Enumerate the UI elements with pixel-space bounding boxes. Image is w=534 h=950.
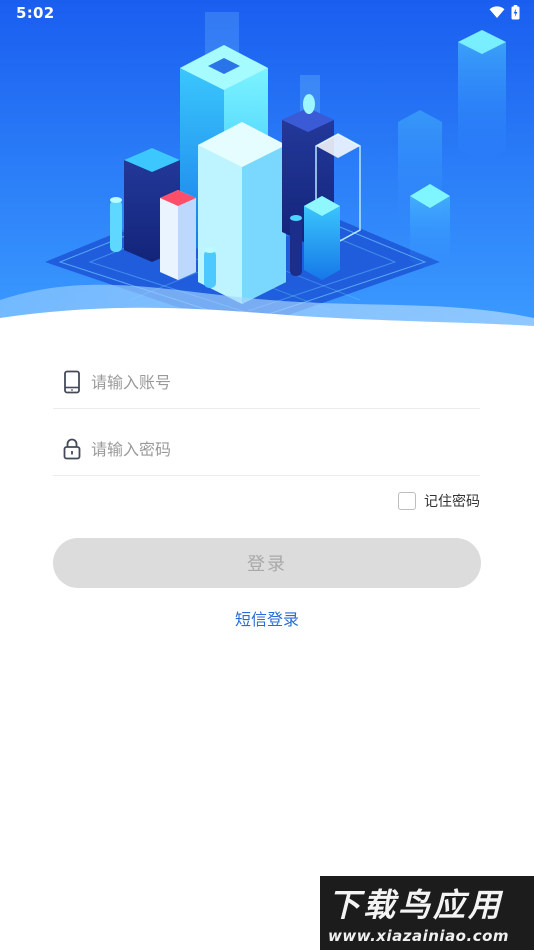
password-field	[53, 423, 480, 476]
remember-password[interactable]: 记住密码	[398, 491, 480, 511]
password-input[interactable]	[91, 435, 471, 463]
account-field	[53, 356, 480, 409]
status-icons	[489, 5, 520, 20]
watermark-title: 下载鸟应用	[328, 886, 504, 924]
hero-banner: 5:02	[0, 0, 534, 330]
watermark-logo: 下载鸟应用 www.xiazainiao.com	[320, 876, 534, 950]
remember-checkbox[interactable]	[398, 492, 416, 510]
watermark-url: www.xiazainiao.com	[328, 927, 510, 945]
city-illustration	[0, 0, 534, 330]
wifi-icon	[489, 6, 505, 18]
sms-login-link[interactable]: 短信登录	[0, 606, 534, 630]
remember-label: 记住密码	[424, 494, 480, 510]
phone-icon	[64, 370, 80, 394]
status-bar: 5:02	[0, 0, 534, 28]
account-input[interactable]	[91, 368, 471, 396]
lock-icon	[63, 438, 81, 460]
status-time: 5:02	[16, 4, 55, 22]
battery-charging-icon	[511, 5, 520, 20]
login-button[interactable]: 登录	[53, 538, 481, 588]
